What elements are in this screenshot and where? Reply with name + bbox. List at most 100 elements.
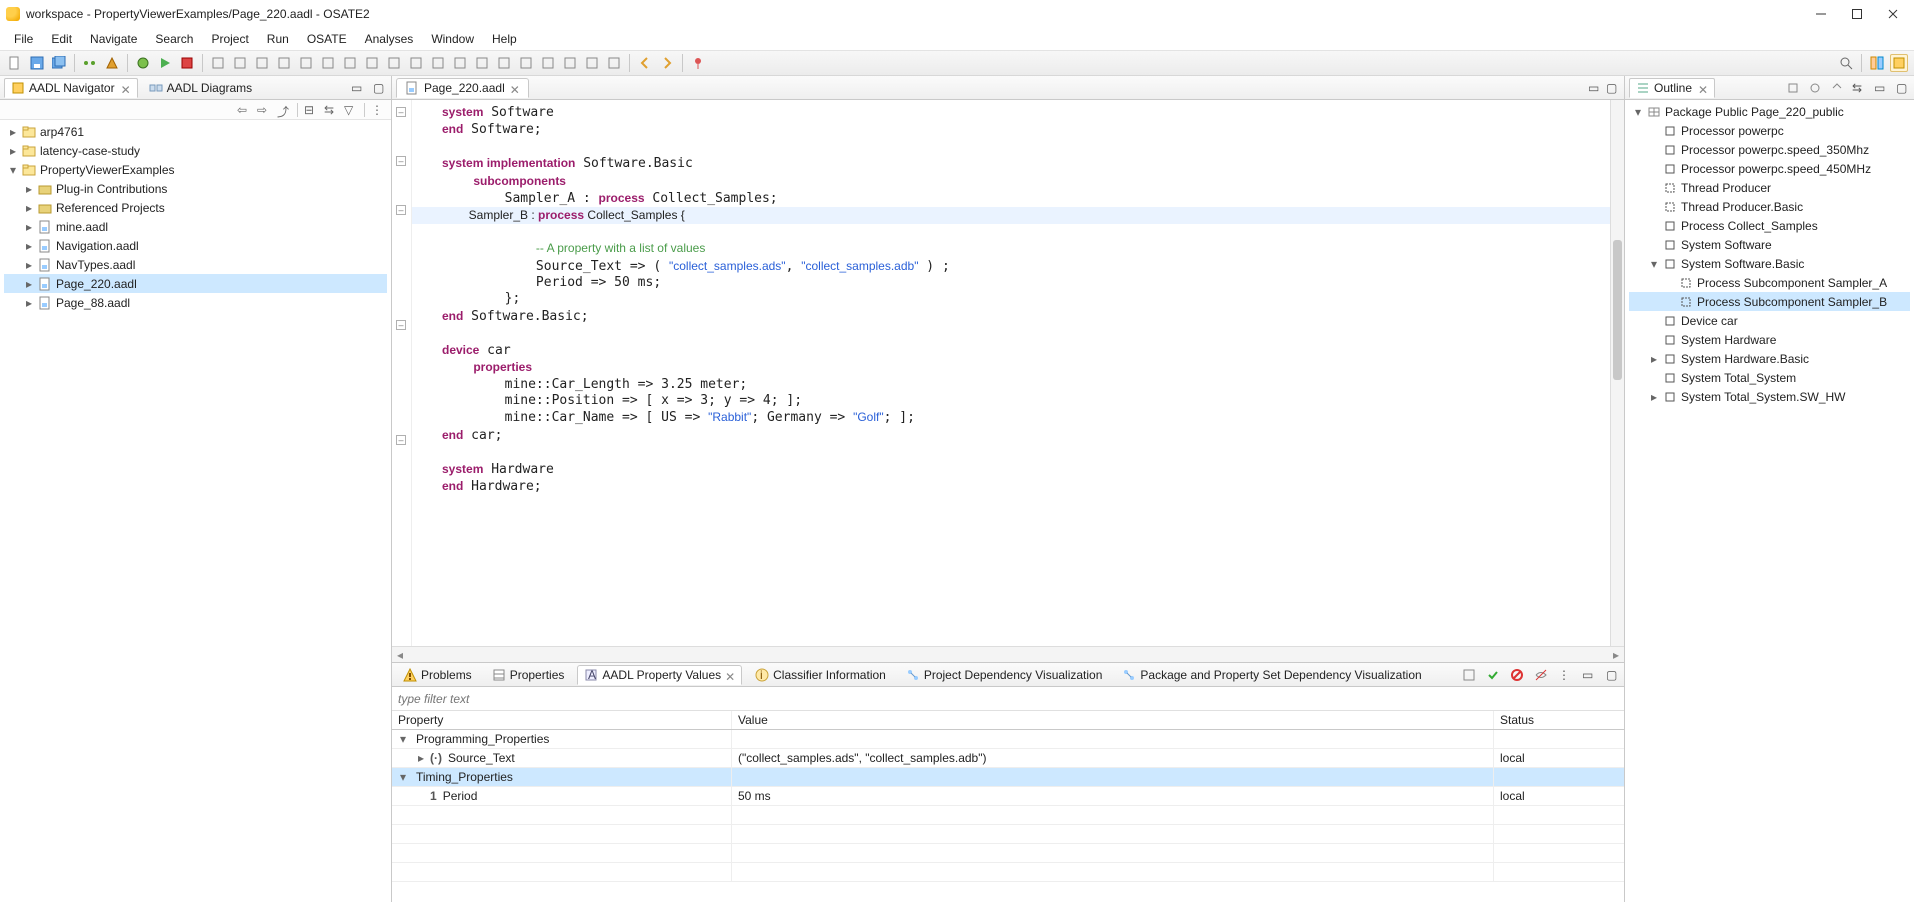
navigator-item[interactable]: NavTypes.aadl bbox=[4, 255, 387, 274]
twisty-closed-icon[interactable] bbox=[416, 753, 426, 763]
generic-tool-11[interactable] bbox=[429, 54, 447, 72]
fold-marker[interactable]: – bbox=[396, 205, 406, 215]
menu-file[interactable]: File bbox=[6, 30, 41, 48]
overview-ruler[interactable] bbox=[1610, 100, 1624, 646]
outline-item[interactable]: Package Public Page_220_public bbox=[1629, 102, 1910, 121]
property-table[interactable]: Property Value Status Programming_Proper… bbox=[392, 711, 1624, 902]
up-icon[interactable]: ⤴ bbox=[277, 103, 291, 117]
menu-navigate[interactable]: Navigate bbox=[82, 30, 145, 48]
menu-osate[interactable]: OSATE bbox=[299, 30, 355, 48]
generic-tool-12[interactable] bbox=[451, 54, 469, 72]
outline-item[interactable]: System Software.Basic bbox=[1629, 254, 1910, 273]
outline-tool-2[interactable] bbox=[1808, 81, 1822, 95]
fold-marker[interactable]: – bbox=[396, 320, 406, 330]
minimize-view-icon[interactable]: ▭ bbox=[351, 81, 365, 95]
twisty-open-icon[interactable] bbox=[398, 772, 408, 782]
twisty-closed-icon[interactable] bbox=[24, 260, 34, 270]
maximize-outline-icon[interactable]: ▢ bbox=[1896, 81, 1910, 95]
outline-item[interactable]: System Total_System.SW_HW bbox=[1629, 387, 1910, 406]
bottom-tab-aadl-property-values[interactable]: AAADL Property Values✕ bbox=[577, 665, 742, 685]
back-button[interactable] bbox=[636, 54, 654, 72]
outline-item[interactable]: Process Subcomponent Sampler_B bbox=[1629, 292, 1910, 311]
outline-tree[interactable]: Package Public Page_220_publicProcessor … bbox=[1625, 100, 1914, 902]
generic-tool-4[interactable] bbox=[275, 54, 293, 72]
fold-marker[interactable]: – bbox=[396, 435, 406, 445]
generic-tool-5[interactable] bbox=[297, 54, 315, 72]
code-area[interactable]: system Software end Software; system imp… bbox=[412, 100, 1610, 646]
navigator-tree[interactable]: arp4761latency-case-studyPropertyViewerE… bbox=[0, 120, 391, 902]
generic-tool-14[interactable] bbox=[495, 54, 513, 72]
close-window-button[interactable] bbox=[1886, 7, 1900, 21]
forward-history-icon[interactable]: ⇨ bbox=[257, 103, 271, 117]
outline-item[interactable]: System Hardware.Basic bbox=[1629, 349, 1910, 368]
twisty-closed-icon[interactable] bbox=[24, 184, 34, 194]
editor-horizontal-scrollbar[interactable]: ◂ ▸ bbox=[392, 646, 1624, 662]
twisty-closed-icon[interactable] bbox=[8, 127, 18, 137]
generic-tool-8[interactable] bbox=[363, 54, 381, 72]
minimize-button[interactable] bbox=[1814, 7, 1828, 21]
fold-gutter[interactable]: – – – – – bbox=[392, 100, 412, 646]
menu-edit[interactable]: Edit bbox=[43, 30, 80, 48]
bottom-tool-3[interactable] bbox=[1510, 668, 1524, 682]
minimize-outline-icon[interactable]: ▭ bbox=[1874, 81, 1888, 95]
navigator-item[interactable]: Referenced Projects bbox=[4, 198, 387, 217]
aadl-navigator-tab[interactable]: AADL Navigator ✕ bbox=[4, 78, 138, 98]
bottom-tool-2[interactable] bbox=[1486, 668, 1500, 682]
scroll-left-icon[interactable]: ◂ bbox=[392, 648, 408, 662]
column-header-value[interactable]: Value bbox=[732, 711, 1494, 729]
twisty-closed-icon[interactable] bbox=[24, 298, 34, 308]
navigator-item[interactable]: mine.aadl bbox=[4, 217, 387, 236]
menu-help[interactable]: Help bbox=[484, 30, 525, 48]
twisty-closed-icon[interactable] bbox=[24, 203, 34, 213]
navigator-item[interactable]: Page_220.aadl bbox=[4, 274, 387, 293]
bottom-tab-package-and-property-set-dependency-visualization[interactable]: Package and Property Set Dependency Visu… bbox=[1115, 665, 1428, 685]
bottom-tab-properties[interactable]: Properties bbox=[485, 665, 572, 685]
link-with-editor-icon[interactable]: ⇆ bbox=[1852, 81, 1866, 95]
menu-window[interactable]: Window bbox=[423, 30, 482, 48]
run-button[interactable] bbox=[156, 54, 174, 72]
outline-tab[interactable]: Outline ✕ bbox=[1629, 78, 1715, 98]
navigator-item[interactable]: Navigation.aadl bbox=[4, 236, 387, 255]
close-icon[interactable]: ✕ bbox=[1698, 83, 1708, 93]
navigator-item[interactable]: PropertyViewerExamples bbox=[4, 160, 387, 179]
toggle-breadcrumb-button[interactable] bbox=[81, 54, 99, 72]
twisty-closed-icon[interactable] bbox=[1649, 354, 1659, 364]
twisty-closed-icon[interactable] bbox=[24, 279, 34, 289]
generic-tool-19[interactable] bbox=[605, 54, 623, 72]
navigator-item[interactable]: Plug-in Contributions bbox=[4, 179, 387, 198]
outline-item[interactable]: Device car bbox=[1629, 311, 1910, 330]
bottom-tab-classifier-information[interactable]: iClassifier Information bbox=[748, 665, 893, 685]
outline-item[interactable]: System Hardware bbox=[1629, 330, 1910, 349]
search-button[interactable] bbox=[1837, 54, 1855, 72]
pin-button[interactable] bbox=[689, 54, 707, 72]
generic-tool-2[interactable] bbox=[231, 54, 249, 72]
back-history-icon[interactable]: ⇦ bbox=[237, 103, 251, 117]
twisty-closed-icon[interactable] bbox=[1649, 392, 1659, 402]
property-group-row[interactable]: Programming_Properties bbox=[392, 730, 1624, 749]
editor-tab-page220[interactable]: Page_220.aadl ✕ bbox=[396, 78, 529, 98]
outline-tool-3[interactable] bbox=[1830, 81, 1844, 95]
filter-icon[interactable]: ▽ bbox=[344, 103, 358, 117]
save-button[interactable] bbox=[28, 54, 46, 72]
bottom-view-menu-icon[interactable]: ⋮ bbox=[1558, 668, 1572, 682]
generic-tool-1[interactable] bbox=[209, 54, 227, 72]
outline-item[interactable]: Processor powerpc bbox=[1629, 121, 1910, 140]
outline-item[interactable]: Thread Producer bbox=[1629, 178, 1910, 197]
fold-marker[interactable]: – bbox=[396, 107, 406, 117]
external-tools-button[interactable] bbox=[178, 54, 196, 72]
generic-tool-13[interactable] bbox=[473, 54, 491, 72]
column-header-status[interactable]: Status bbox=[1494, 711, 1624, 729]
property-row[interactable]: (·)Source_Text("collect_samples.ads", "c… bbox=[392, 749, 1624, 768]
navigator-item[interactable]: Page_88.aadl bbox=[4, 293, 387, 312]
twisty-closed-icon[interactable] bbox=[24, 241, 34, 251]
fold-marker[interactable]: – bbox=[396, 156, 406, 166]
close-icon[interactable]: ✕ bbox=[725, 670, 735, 680]
close-icon[interactable]: ✕ bbox=[121, 83, 131, 93]
generic-tool-18[interactable] bbox=[583, 54, 601, 72]
scrollbar-thumb[interactable] bbox=[1613, 240, 1622, 380]
generic-tool-9[interactable] bbox=[385, 54, 403, 72]
generic-tool-17[interactable] bbox=[561, 54, 579, 72]
navigator-item[interactable]: latency-case-study bbox=[4, 141, 387, 160]
link-editor-icon[interactable]: ⇆ bbox=[324, 103, 338, 117]
open-perspective-button[interactable] bbox=[1868, 54, 1886, 72]
